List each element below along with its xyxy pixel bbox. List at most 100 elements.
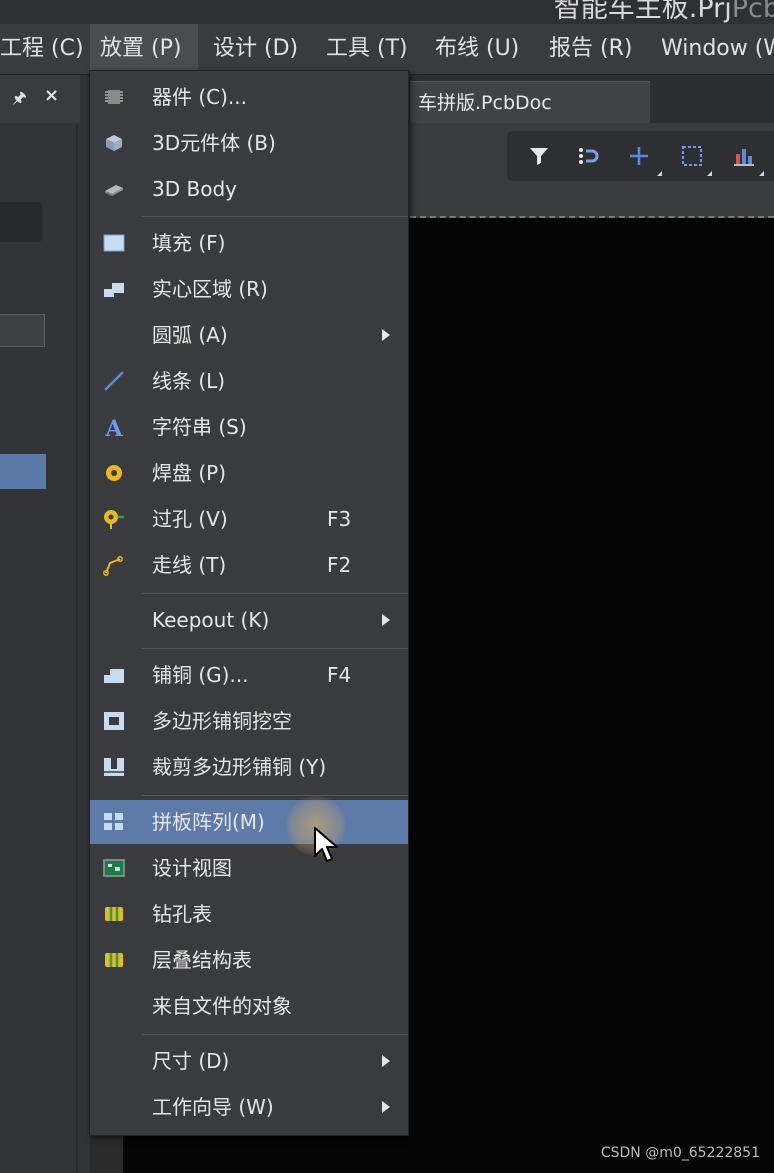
menu-item-arc[interactable]: 圆弧 (A): [90, 313, 408, 357]
design-view-icon: [103, 859, 125, 877]
polygon-pour-icon: [104, 669, 124, 683]
select-rect-icon[interactable]: [680, 144, 704, 168]
menu-item-via[interactable]: 过孔 (V) F3: [90, 497, 408, 541]
place-dropdown-menu: 器件 (C)... 3D元件体 (B) 3D Body 填充 (F) 实心区域 …: [89, 70, 409, 1136]
watermark: CSDN @m0_65222851: [600, 1145, 760, 1161]
menu-item-label: 字符串 (S): [152, 415, 247, 439]
pin-icon[interactable]: 🖈: [12, 87, 27, 114]
menu-item-label: 拼板阵列(M): [152, 810, 265, 834]
menu-item-label: 圆弧 (A): [152, 323, 228, 347]
menu-item-label: 尺寸 (D): [152, 1049, 230, 1073]
layer-stack-table-icon: [105, 953, 123, 967]
drill-table-icon: [105, 907, 123, 921]
submenu-arrow-icon: [382, 329, 390, 341]
menu-separator: [142, 648, 408, 649]
menu-separator: [142, 593, 408, 594]
menu-window[interactable]: Window (W): [651, 24, 774, 74]
panel-divider[interactable]: [76, 123, 78, 1173]
menu-separator: [142, 795, 408, 796]
plus-icon[interactable]: [627, 144, 651, 168]
pcb-active-toolbar: [507, 131, 774, 181]
menu-item-shortcut: F2: [327, 553, 352, 577]
panel-search-field[interactable]: [0, 202, 42, 242]
menu-item-3d-body[interactable]: 3D Body: [90, 167, 408, 211]
caret-icon: [707, 171, 712, 176]
menu-item-slice-polygon[interactable]: 裁剪多边形铺铜 (Y): [90, 745, 408, 789]
close-icon[interactable]: ×: [44, 85, 59, 106]
menu-item-pad[interactable]: 焊盘 (P): [90, 451, 408, 495]
menu-item-component[interactable]: 器件 (C)...: [90, 75, 408, 119]
menu-place[interactable]: 放置 (P): [90, 24, 198, 74]
chip-3d-icon: [105, 185, 123, 196]
menu-separator: [142, 1034, 408, 1035]
menu-item-fill[interactable]: 填充 (F): [90, 221, 408, 265]
menu-item-label: 层叠结构表: [152, 948, 252, 972]
menu-item-work-guide[interactable]: 工作向导 (W): [90, 1085, 408, 1129]
menu-item-label: 填充 (F): [152, 231, 226, 255]
svg-text:A: A: [104, 416, 123, 439]
menu-item-label: 工作向导 (W): [152, 1095, 274, 1119]
submenu-arrow-icon: [382, 1101, 390, 1113]
menu-item-keepout[interactable]: Keepout (K): [90, 598, 408, 642]
menu-design[interactable]: 设计 (D): [203, 24, 308, 74]
menu-route[interactable]: 布线 (U): [425, 24, 529, 74]
panel-selected-row[interactable]: [0, 454, 46, 489]
menu-item-polygon-pour[interactable]: 铺铜 (G)... F4: [90, 653, 408, 697]
menu-item-dimension[interactable]: 尺寸 (D): [90, 1039, 408, 1083]
menu-item-label: 线条 (L): [152, 369, 226, 393]
menu-item-track[interactable]: 走线 (T) F2: [90, 543, 408, 587]
pad-icon: [106, 465, 122, 481]
menu-tools[interactable]: 工具 (T): [316, 24, 418, 74]
caret-icon: [657, 171, 662, 176]
route-magnet-icon[interactable]: [577, 144, 601, 168]
menu-item-label: 设计视图: [152, 856, 232, 880]
menu-item-label: 裁剪多边形铺铜 (Y): [152, 755, 327, 779]
left-panel: 🖈 ×: [0, 75, 90, 1173]
submenu-arrow-icon: [382, 1055, 390, 1067]
menu-item-embedded-board-array[interactable]: 拼板阵列(M): [90, 800, 408, 844]
menu-item-design-view[interactable]: 设计视图: [90, 846, 408, 890]
track-icon: [103, 556, 123, 576]
menu-item-label: Keepout (K): [152, 608, 270, 632]
menu-item-label: 实心区域 (R): [152, 277, 268, 301]
filter-icon[interactable]: [527, 144, 551, 168]
document-tab[interactable]: 车拼版.PcbDoc: [410, 81, 650, 123]
embedded-board-array-icon: [104, 813, 123, 830]
menu-item-line[interactable]: 线条 (L): [90, 359, 408, 403]
caret-icon: [759, 171, 764, 176]
chart-icon[interactable]: [732, 144, 756, 168]
fill-icon: [103, 234, 125, 252]
panel-header: 🖈 ×: [0, 75, 80, 123]
menu-bar: 工程 (C) 放置 (P) 设计 (D) 工具 (T) 布线 (U) 报告 (R…: [0, 24, 774, 75]
mouse-cursor-icon: [314, 827, 338, 862]
menu-item-polygon-cutout[interactable]: 多边形铺铜挖空: [90, 699, 408, 743]
menu-separator: [142, 216, 408, 217]
menu-item-label: 3D Body: [152, 177, 237, 201]
menu-item-label: 钻孔表: [152, 902, 212, 926]
submenu-arrow-icon: [382, 614, 390, 626]
polygon-cutout-icon: [104, 712, 124, 730]
menu-item-drill-table[interactable]: 钻孔表: [90, 892, 408, 936]
line-icon: [104, 371, 124, 391]
menu-item-label: 走线 (T): [152, 553, 227, 577]
string-icon: A: [104, 416, 123, 439]
menu-item-label: 3D元件体 (B): [152, 131, 276, 155]
menu-item-solid-region[interactable]: 实心区域 (R): [90, 267, 408, 311]
menu-item-label: 来自文件的对象: [152, 994, 292, 1018]
via-icon: [104, 510, 124, 529]
menu-project[interactable]: 工程 (C): [0, 24, 94, 74]
menu-reports[interactable]: 报告 (R): [539, 24, 642, 74]
menu-item-label: 器件 (C)...: [152, 85, 247, 109]
menu-item-shortcut: F4: [327, 663, 352, 687]
component-icon: [105, 90, 123, 104]
window-title-bar: 智能车主板.PrjPcb: [0, 0, 774, 24]
3d-body-icon: [106, 135, 122, 151]
menu-item-3d-component-body[interactable]: 3D元件体 (B): [90, 121, 408, 165]
menu-item-string[interactable]: A 字符串 (S): [90, 405, 408, 449]
window-title: 智能车主板.PrjPcb: [553, 0, 774, 24]
menu-item-label: 过孔 (V): [152, 507, 228, 531]
menu-item-label: 焊盘 (P): [152, 461, 227, 485]
menu-item-object-from-file[interactable]: 来自文件的对象: [90, 984, 408, 1028]
panel-input-field[interactable]: [0, 314, 45, 347]
menu-item-layer-stack-table[interactable]: 层叠结构表: [90, 938, 408, 982]
